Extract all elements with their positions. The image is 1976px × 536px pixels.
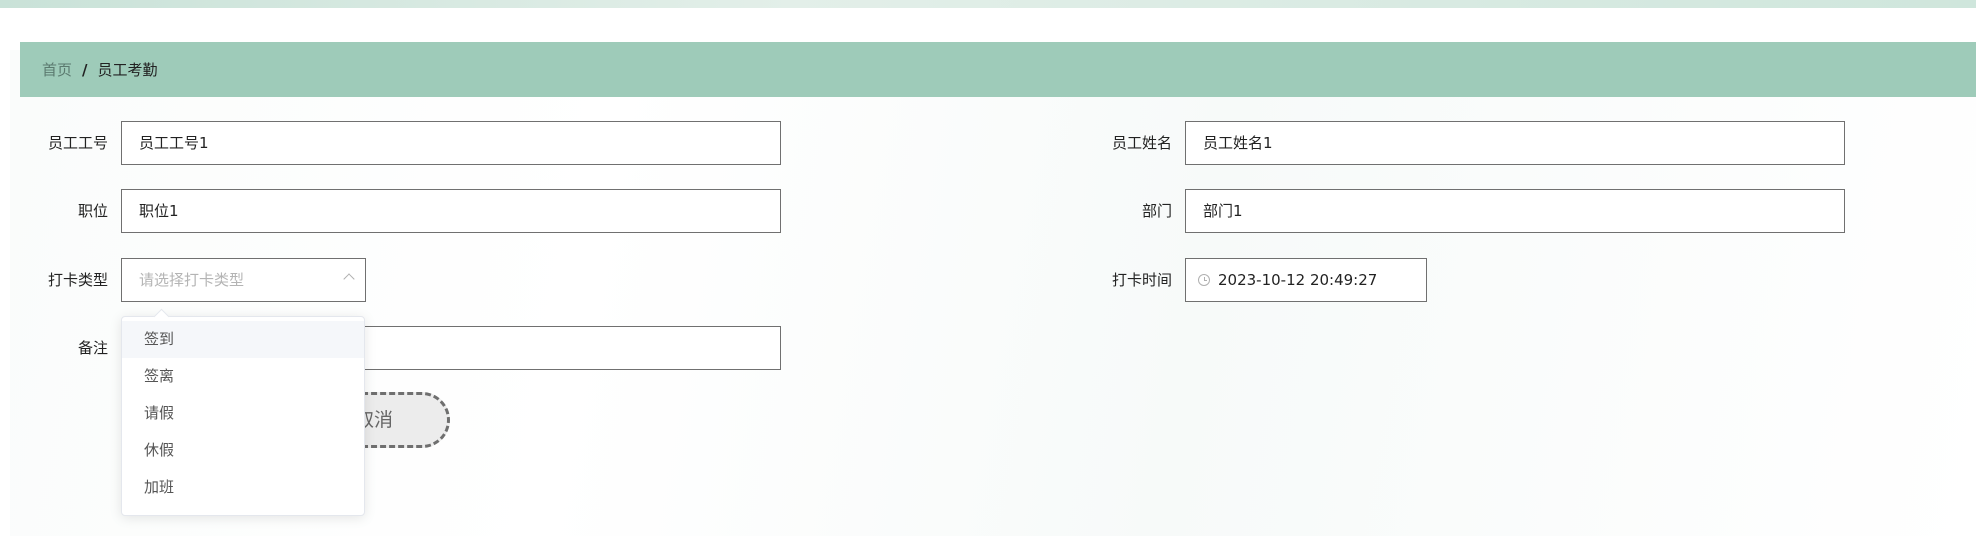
breadcrumb: 首页 / 员工考勤 bbox=[20, 42, 1976, 97]
punch-type-label: 打卡类型 bbox=[47, 271, 108, 289]
dropdown-option-overtime[interactable]: 加班 bbox=[122, 469, 364, 506]
clock-icon bbox=[1198, 274, 1210, 286]
employee-id-label: 员工工号 bbox=[47, 134, 108, 152]
employee-id-input[interactable]: 员工工号1 bbox=[121, 121, 781, 165]
chevron-up-icon bbox=[343, 273, 355, 285]
punch-type-placeholder: 请选择打卡类型 bbox=[139, 271, 245, 289]
punch-time-value: 2023-10-12 20:49:27 bbox=[1218, 271, 1378, 289]
breadcrumb-current: 员工考勤 bbox=[97, 61, 158, 79]
employee-name-input[interactable]: 员工姓名1 bbox=[1185, 121, 1845, 165]
dropdown-option-vacation[interactable]: 休假 bbox=[122, 432, 364, 469]
dropdown-option-leave[interactable]: 请假 bbox=[122, 395, 364, 432]
position-input[interactable]: 职位1 bbox=[121, 189, 781, 233]
position-label: 职位 bbox=[77, 202, 108, 220]
punch-time-label: 打卡时间 bbox=[1111, 271, 1172, 289]
punch-time-picker[interactable]: 2023-10-12 20:49:27 bbox=[1185, 258, 1427, 302]
dropdown-option-sign-in[interactable]: 签到 bbox=[122, 321, 364, 358]
employee-name-label: 员工姓名 bbox=[1111, 134, 1172, 152]
punch-type-dropdown: 签到 签离 请假 休假 加班 bbox=[121, 316, 365, 516]
breadcrumb-separator: / bbox=[82, 60, 88, 79]
top-accent-strip bbox=[0, 0, 1976, 8]
breadcrumb-home-link[interactable]: 首页 bbox=[42, 59, 72, 80]
department-label: 部门 bbox=[1141, 202, 1172, 220]
dropdown-option-sign-out[interactable]: 签离 bbox=[122, 358, 364, 395]
punch-type-select[interactable]: 请选择打卡类型 bbox=[121, 258, 366, 302]
department-input[interactable]: 部门1 bbox=[1185, 189, 1845, 233]
remark-label: 备注 bbox=[77, 339, 108, 357]
